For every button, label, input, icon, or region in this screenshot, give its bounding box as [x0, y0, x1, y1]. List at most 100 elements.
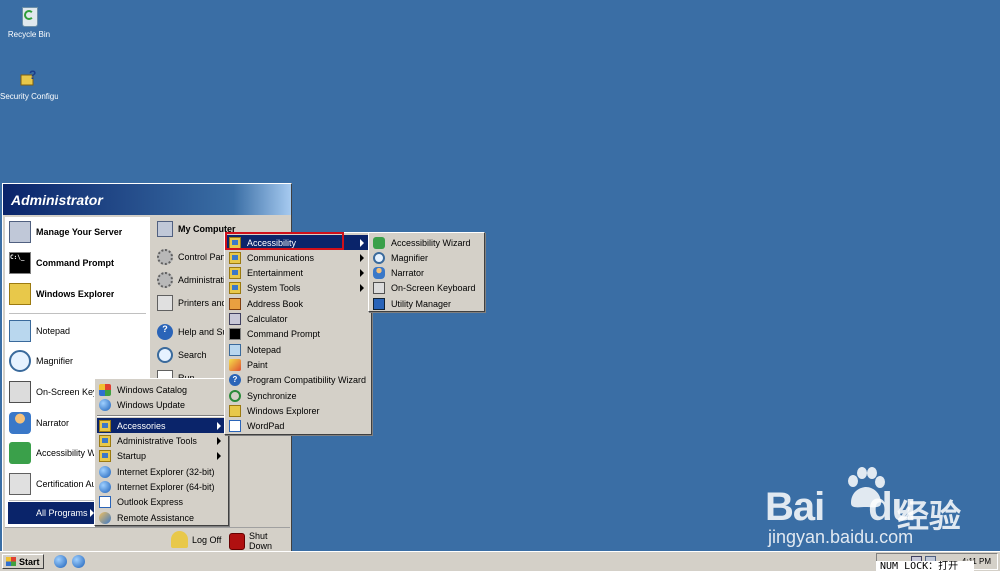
- command-prompt-icon: [229, 327, 241, 340]
- right-item-label: Control Pane: [178, 252, 231, 262]
- paw-logo-icon: [848, 467, 885, 508]
- desktop-icon-recycle-bin[interactable]: Recycle Bin: [0, 2, 58, 40]
- menu-item-windows-explorer[interactable]: Windows Explorer: [227, 403, 369, 418]
- mail-icon: [99, 495, 111, 508]
- menu-item-label: Remote Assistance: [117, 512, 195, 523]
- recent-magnifier[interactable]: Magnifier: [9, 348, 73, 374]
- menu-item-system-tools[interactable]: System Tools: [227, 280, 369, 295]
- menu-item-narrator[interactable]: Narrator: [371, 265, 482, 280]
- menu-item-program-compatibility-wizard[interactable]: ? Program Compatibility Wizard: [227, 372, 369, 387]
- submenu-arrow-icon: [360, 254, 364, 262]
- all-programs-label: All Programs: [36, 508, 88, 518]
- folder-icon: [229, 266, 241, 279]
- menu-item-label: Narrator: [391, 267, 425, 278]
- menu-item-accessibility[interactable]: Accessibility: [227, 235, 369, 250]
- menu-item-accessories[interactable]: Accessories: [97, 418, 226, 433]
- menu-item-administrative-tools[interactable]: Administrative Tools: [97, 433, 226, 448]
- keyboard-icon: [9, 381, 31, 403]
- recent-accessibility-wizard[interactable]: Accessibility Wiz: [9, 440, 97, 466]
- pinned-manage-your-server[interactable]: Manage Your Server: [9, 219, 122, 245]
- folder-icon: [229, 251, 241, 264]
- menu-item-wordpad[interactable]: WordPad: [227, 418, 369, 433]
- control-panel-icon: [157, 249, 173, 265]
- menu-item-windows-update[interactable]: Windows Update: [97, 397, 226, 412]
- address-book-icon: [229, 297, 241, 310]
- magnifier-icon: [9, 350, 31, 372]
- separator: [9, 313, 146, 314]
- menu-item-outlook-express[interactable]: Outlook Express: [97, 494, 226, 509]
- pinned-label: Windows Explorer: [36, 289, 115, 299]
- submenu-arrow-icon: [360, 284, 364, 292]
- recent-notepad[interactable]: Notepad: [9, 318, 70, 344]
- folder-icon: [99, 449, 111, 462]
- menu-item-windows-catalog[interactable]: Windows Catalog: [97, 382, 226, 397]
- menu-item-paint[interactable]: Paint: [227, 357, 369, 372]
- windows-logo-icon: [6, 557, 16, 566]
- paint-icon: [229, 358, 241, 371]
- menu-item-label: On-Screen Keyboard: [391, 282, 476, 293]
- menu-item-label: Communications: [247, 252, 315, 263]
- start-menu-header: Administrator: [3, 184, 291, 215]
- taskbar: Start 4:11 PM: [0, 551, 1000, 571]
- menu-item-remote-assistance[interactable]: Remote Assistance: [97, 510, 226, 525]
- remote-assistance-icon: [99, 511, 111, 524]
- separator: [97, 415, 226, 417]
- quick-launch-ie-icon[interactable]: [54, 555, 67, 568]
- menu-item-accessibility-wizard[interactable]: Accessibility Wizard: [371, 235, 482, 250]
- menu-item-notepad[interactable]: Notepad: [227, 342, 369, 357]
- desktop-icon-label: Security Configurati...: [0, 92, 58, 101]
- admin-tools-icon: [157, 272, 173, 288]
- log-off-button[interactable]: Log Off: [171, 531, 221, 548]
- start-menu-footer: Log Off Shut Down: [5, 527, 290, 552]
- pinned-windows-explorer[interactable]: Windows Explorer: [9, 281, 114, 307]
- menu-item-label: Paint: [247, 359, 268, 370]
- menu-item-communications[interactable]: Communications: [227, 250, 369, 265]
- user-name: Administrator: [11, 192, 103, 208]
- pinned-command-prompt[interactable]: C:\_ Command Prompt: [9, 250, 114, 276]
- submenu-arrow-icon: [217, 452, 221, 460]
- menu-item-entertainment[interactable]: Entertainment: [227, 265, 369, 280]
- accessibility-icon: [9, 442, 31, 464]
- desktop-icon-security-config[interactable]: ? Security Configurati...: [0, 64, 58, 102]
- menu-item-label: Internet Explorer (32-bit): [117, 466, 215, 477]
- magnifier-icon: [373, 251, 385, 264]
- narrator-icon: [9, 412, 31, 434]
- all-programs-button[interactable]: All Programs: [8, 502, 98, 524]
- right-item-label: Search: [178, 350, 207, 360]
- menu-item-label: Utility Manager: [391, 298, 452, 309]
- start-button[interactable]: Start: [2, 554, 44, 569]
- recent-on-screen-keyboard[interactable]: On-Screen Keyb: [9, 379, 97, 405]
- menu-item-address-book[interactable]: Address Book: [227, 296, 369, 311]
- menu-item-startup[interactable]: Startup: [97, 448, 226, 463]
- menu-item-synchronize[interactable]: Synchronize: [227, 388, 369, 403]
- menu-item-ie-32[interactable]: Internet Explorer (32-bit): [97, 464, 226, 479]
- recent-certification-authority[interactable]: Certification Au: [9, 471, 97, 497]
- accessibility-icon: [373, 236, 385, 249]
- menu-item-label: Outlook Express: [117, 496, 184, 507]
- recent-label: Certification Au: [36, 479, 97, 489]
- svg-text:?: ?: [29, 68, 36, 82]
- menu-item-label: Entertainment: [247, 267, 304, 278]
- numlock-indicator: NUM LOCK：打开: [876, 561, 974, 571]
- menu-item-command-prompt[interactable]: Command Prompt: [227, 326, 369, 341]
- printer-icon: [157, 295, 173, 311]
- shut-down-button[interactable]: Shut Down: [229, 531, 290, 551]
- notepad-icon: [229, 343, 241, 356]
- menu-item-utility-manager[interactable]: Utility Manager: [371, 296, 482, 311]
- calculator-icon: [229, 312, 241, 325]
- submenu-arrow-icon: [217, 437, 221, 445]
- globe-icon: [99, 398, 111, 411]
- menu-item-ie-64[interactable]: Internet Explorer (64-bit): [97, 479, 226, 494]
- menu-item-label: Windows Explorer: [247, 405, 320, 416]
- menu-item-calculator[interactable]: Calculator: [227, 311, 369, 326]
- accessibility-menu: Accessibility Wizard Magnifier Narrator …: [368, 232, 485, 312]
- command-prompt-icon: C:\_: [9, 252, 31, 274]
- recent-narrator[interactable]: Narrator: [9, 410, 69, 436]
- menu-item-label: Synchronize: [247, 390, 297, 401]
- menu-item-label: Windows Catalog: [117, 384, 188, 395]
- menu-item-magnifier[interactable]: Magnifier: [371, 250, 482, 265]
- utility-manager-icon: [373, 297, 385, 310]
- menu-item-on-screen-keyboard[interactable]: On-Screen Keyboard: [371, 280, 482, 295]
- watermark-brand: Bai du: [765, 485, 916, 529]
- quick-launch-explorer-icon[interactable]: [72, 555, 85, 568]
